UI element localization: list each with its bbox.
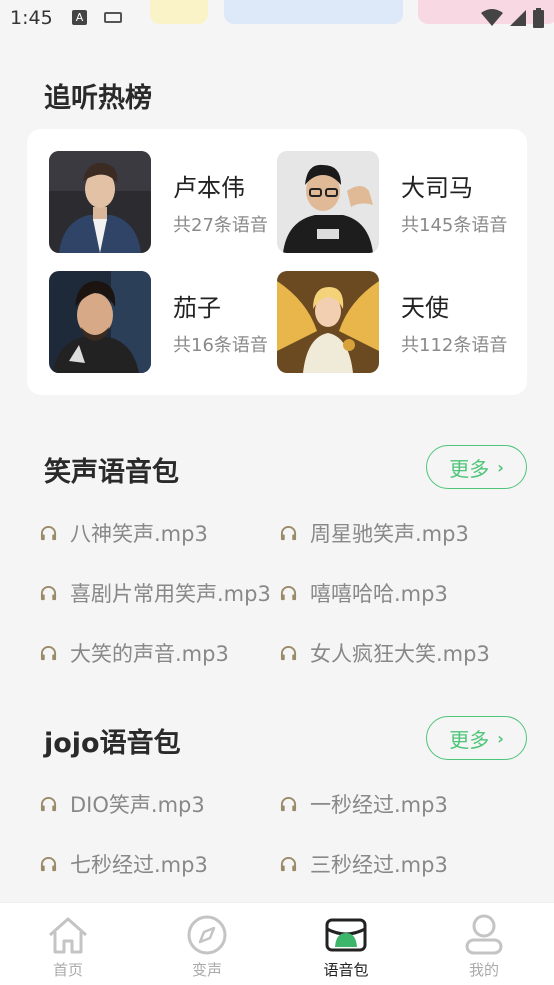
bottom-nav: 首页 变声 语音包 我的 [0,902,554,985]
headphones-icon [280,585,297,600]
jojo-pack-title: jojo语音包 [44,728,181,759]
nav-label: 首页 [52,961,83,979]
audio-item[interactable]: 八神笑声.mp3 [40,518,208,548]
headphones-icon [40,525,57,540]
wifi-icon [481,9,503,26]
audio-item-label: 一秒经过.mp3 [310,793,448,817]
headphones-icon [40,856,57,871]
hot-item-count: 共27条语音 [173,215,268,236]
headphones-icon [280,796,297,811]
hot-item-dasima[interactable]: 大司马 共145条语音 [277,151,507,253]
nav-item-voice-pack[interactable]: 语音包 [296,903,396,985]
hot-item-tianshi[interactable]: 天使 共112条语音 [277,271,507,373]
audio-item-label: 大笑的声音.mp3 [70,642,229,666]
voice-pack-icon [324,913,368,957]
avatar [277,271,379,373]
headphones-icon [40,796,57,811]
hot-item-name: 卢本伟 [173,174,245,202]
audio-item[interactable]: 大笑的声音.mp3 [40,638,229,668]
nav-label: 语音包 [323,961,369,979]
headphones-icon [40,645,57,660]
battery-icon [533,8,544,28]
recent-app-chip [150,0,208,24]
audio-item[interactable]: 喜剧片常用笑声.mp3 [40,578,271,608]
avatar [49,151,151,253]
hot-item-count: 共145条语音 [401,215,508,236]
audio-item-label: 周星驰笑声.mp3 [310,522,469,546]
nav-item-profile[interactable]: 我的 [434,903,534,985]
audio-item[interactable]: 女人疯狂大笑.mp3 [280,638,490,668]
audio-item-label: 喜剧片常用笑声.mp3 [70,582,271,606]
nav-label: 变声 [191,961,222,979]
chevron-right-icon: › [497,728,504,748]
hot-section-title: 追听热榜 [44,83,152,114]
audio-item-label: 八神笑声.mp3 [70,522,208,546]
laugh-pack-more-button[interactable]: 更多 › [426,445,527,489]
hot-item-count: 共112条语音 [401,335,508,356]
audio-item-label: DIO笑声.mp3 [70,793,205,817]
avatar [49,271,151,373]
status-icons [481,8,544,28]
hot-item-lubenwei[interactable]: 卢本伟 共27条语音 [49,151,274,253]
chevron-right-icon: › [497,457,504,477]
audio-item[interactable]: 周星驰笑声.mp3 [280,518,469,548]
recent-app-chip [224,0,403,24]
hot-item-count: 共16条语音 [173,335,268,356]
audio-item-label: 嘻嘻哈哈.mp3 [310,582,448,606]
nav-label: 我的 [468,961,499,979]
keyboard-a-icon: A [72,10,87,25]
hot-item-name: 茄子 [173,294,221,322]
profile-icon [462,913,506,957]
audio-item-label: 女人疯狂大笑.mp3 [310,642,490,666]
audio-item-label: 七秒经过.mp3 [70,853,208,877]
hot-card: 卢本伟 共27条语音 大司马 共145条语音 茄子 共16条语音 天使 共112… [27,129,527,395]
headphones-icon [280,525,297,540]
audio-item[interactable]: 嘻嘻哈哈.mp3 [280,578,448,608]
jojo-pack-more-button[interactable]: 更多 › [426,716,527,760]
audio-item[interactable]: 三秒经过.mp3 [280,849,448,879]
status-time: 1:45 [10,7,53,29]
signal-icon [510,10,526,26]
avatar [277,151,379,253]
more-button-label: 更多 [449,456,490,481]
audio-item[interactable]: 一秒经过.mp3 [280,789,448,819]
audio-item[interactable]: 七秒经过.mp3 [40,849,208,879]
hot-item-name: 天使 [401,294,449,322]
hot-item-qiezi[interactable]: 茄子 共16条语音 [49,271,274,373]
audio-item-label: 三秒经过.mp3 [310,853,448,877]
nav-item-voice-change[interactable]: 变声 [157,903,257,985]
home-icon [46,913,90,957]
laugh-pack-title: 笑声语音包 [44,457,179,488]
audio-item[interactable]: DIO笑声.mp3 [40,789,205,819]
status-bar: 1:45 A [0,0,554,38]
nav-item-home[interactable]: 首页 [18,903,118,985]
more-button-label: 更多 [449,727,490,752]
headphones-icon [280,856,297,871]
keyboard-icon [104,12,122,23]
headphones-icon [40,585,57,600]
compass-icon [185,913,229,957]
hot-item-name: 大司马 [401,174,473,202]
headphones-icon [280,645,297,660]
